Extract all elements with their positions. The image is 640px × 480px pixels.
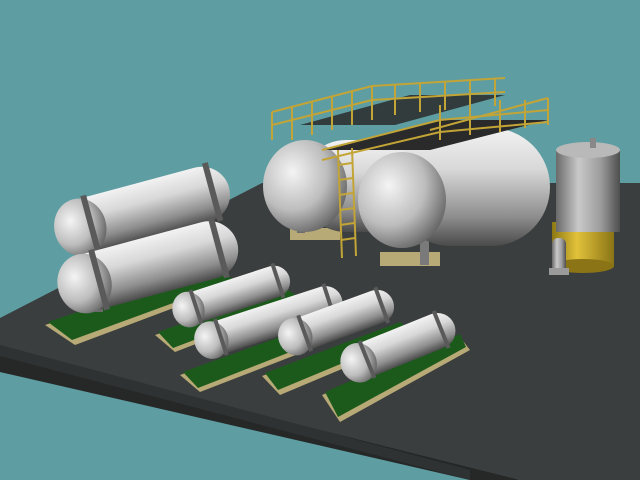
industrial-tank-farm-render [0,77,640,480]
vertical-vessel [549,138,620,275]
